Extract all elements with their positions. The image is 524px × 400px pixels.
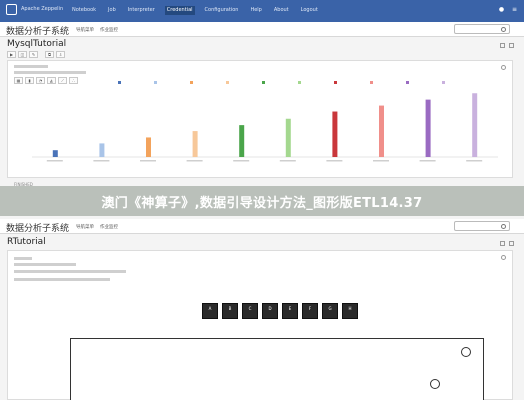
r-output-grid: A B C D E F G H (202, 303, 358, 319)
nav-item-configuration[interactable]: Configuration (203, 6, 241, 15)
nav-item-help[interactable]: Help (248, 6, 263, 15)
clear-output-button[interactable]: ✎ (29, 51, 38, 58)
section-title: 数据分析子系统 (6, 27, 70, 37)
top-right-icons: ● ≡ (498, 6, 518, 13)
r-cell: E (282, 303, 298, 319)
tab-nav-menu[interactable]: 导航菜单 (76, 224, 94, 230)
plot-point (461, 347, 471, 357)
r-cell: H (342, 303, 358, 319)
r-cell: A (202, 303, 218, 319)
chart-bar[interactable] (425, 99, 431, 157)
nav-item-logout[interactable]: Logout (299, 6, 320, 15)
nav-item-about[interactable]: About (272, 6, 291, 15)
section-tabs: 导航菜单 作业监控 (76, 224, 118, 230)
bar-chart (32, 81, 498, 162)
x-tick-label (419, 160, 436, 162)
overlay-banner: 澳门《神算子》,数据引导设计方法_图形版ETL14.37 (0, 186, 524, 216)
notebook-actions (500, 43, 514, 48)
x-tick-label (466, 160, 483, 162)
search-input[interactable] (454, 24, 510, 34)
paragraph-chart: ▦ ▮ ◔ ◭ ⟋ ∴ FINISHED (7, 60, 513, 187)
code-line (14, 278, 110, 281)
r-cell: C (242, 303, 258, 319)
notebook-toolbar: ▶ ◫ ✎ ⧉ ⇩ (7, 51, 65, 58)
legend-swatch[interactable] (226, 81, 229, 84)
chart-bar[interactable] (285, 118, 291, 157)
tab-job-monitor[interactable]: 作业监控 (100, 224, 118, 230)
notebook-title[interactable]: RTutorial (7, 237, 46, 247)
nav-item-job[interactable]: Job (106, 6, 118, 15)
code-line (14, 270, 126, 273)
tab-job-monitor[interactable]: 作业监控 (100, 27, 118, 33)
search-input[interactable] (454, 221, 510, 231)
chart-bar[interactable] (379, 105, 384, 157)
r-cell: G (322, 303, 338, 319)
r-cell: D (262, 303, 278, 319)
legend-swatch[interactable] (406, 81, 409, 84)
search-icon[interactable] (501, 27, 506, 32)
x-tick-label (233, 160, 250, 162)
banner-title: 澳门《神算子》,数据引导设计方法_图形版ETL14.37 (101, 196, 423, 211)
plot-point (430, 379, 440, 389)
legend-swatch[interactable] (442, 81, 445, 84)
chart-bar[interactable] (239, 125, 245, 157)
gear-icon[interactable] (501, 255, 506, 260)
search-icon[interactable] (501, 224, 506, 229)
page: Apache Zeppelin Notebook Job Interpreter… (0, 0, 524, 400)
r-plot (70, 338, 484, 400)
code-line (14, 263, 76, 266)
x-tick-label (93, 160, 110, 162)
gear-icon[interactable] (500, 241, 505, 246)
user-icon[interactable]: ● (498, 6, 505, 13)
x-tick-label (140, 160, 156, 162)
r-cell: B (222, 303, 238, 319)
legend-swatch[interactable] (370, 81, 373, 84)
legend-swatch[interactable] (298, 81, 301, 84)
nav-item-interpreter[interactable]: Interpreter (126, 6, 157, 15)
chart-bar[interactable] (146, 137, 151, 157)
nav-item-credential[interactable]: Credential (164, 6, 195, 15)
main-nav: Notebook Job Interpreter Credential Conf… (70, 6, 320, 15)
legend-swatch[interactable] (334, 81, 337, 84)
tab-nav-menu[interactable]: 导航菜单 (76, 27, 94, 33)
section-tabs: 导航菜单 作业监控 (76, 27, 118, 33)
section-header-top: 数据分析子系统 导航菜单 作业监控 (0, 22, 524, 37)
zeppelin-logo-icon[interactable] (6, 4, 17, 15)
lock-icon[interactable] (509, 241, 514, 246)
legend-swatch[interactable] (262, 81, 265, 84)
notebook-actions (500, 241, 514, 246)
x-tick-label (373, 160, 389, 162)
code-line (14, 257, 32, 260)
legend-swatch[interactable] (190, 81, 193, 84)
x-tick-label (46, 160, 63, 162)
section-header-bottom: 数据分析子系统 导航菜单 作业监控 (0, 219, 524, 234)
nav-item-notebook[interactable]: Notebook (70, 6, 98, 15)
chart-bar[interactable] (52, 150, 58, 157)
legend-swatch[interactable] (118, 81, 121, 84)
chart-bar[interactable] (99, 143, 105, 157)
chart-bar[interactable] (472, 93, 478, 157)
menu-icon[interactable]: ≡ (511, 6, 518, 13)
export-button[interactable]: ⇩ (56, 51, 65, 58)
gear-icon[interactable] (500, 43, 505, 48)
section-title: 数据分析子系统 (6, 224, 70, 234)
lock-icon[interactable] (509, 43, 514, 48)
notebook-title[interactable]: MysqlTutorial (7, 39, 66, 49)
top-app-bar: Apache Zeppelin Notebook Job Interpreter… (0, 0, 524, 22)
clone-button[interactable]: ⧉ (45, 51, 54, 58)
x-tick-label (279, 160, 296, 162)
app-name[interactable]: Apache Zeppelin (21, 6, 63, 12)
chart-bar[interactable] (192, 131, 198, 157)
show-code-button[interactable]: ◫ (18, 51, 27, 58)
x-tick-label (326, 160, 343, 162)
x-tick-label (186, 160, 203, 162)
chart-bar[interactable] (332, 111, 338, 157)
r-cell: F (302, 303, 318, 319)
legend-swatch[interactable] (154, 81, 157, 84)
run-all-button[interactable]: ▶ (7, 51, 16, 58)
